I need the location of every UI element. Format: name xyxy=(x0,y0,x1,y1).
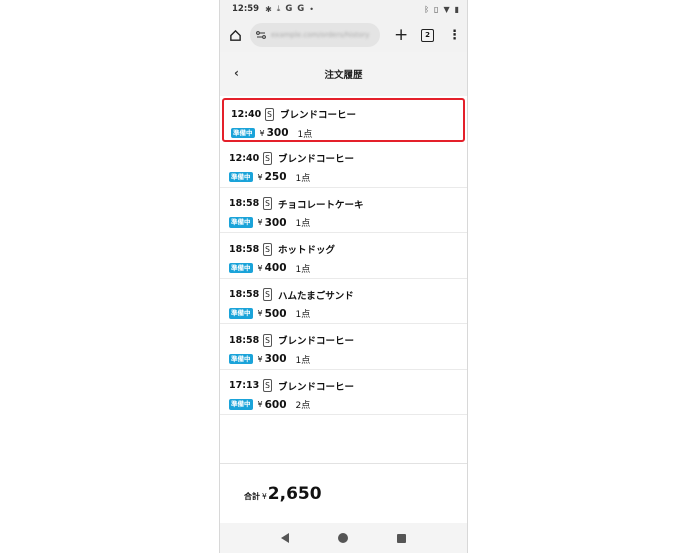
status-time: 12:59 xyxy=(232,4,260,14)
dot-icon: • xyxy=(309,4,314,14)
site-settings-icon xyxy=(256,31,266,39)
size-badge: S xyxy=(263,242,272,256)
nav-recents-icon[interactable] xyxy=(397,533,407,543)
total-label: 合計 xyxy=(244,492,260,501)
new-tab-button[interactable]: + xyxy=(394,26,408,44)
total-value: 2,650 xyxy=(267,484,322,504)
item-price: 300 xyxy=(266,127,289,139)
total-currency: ¥ xyxy=(262,492,267,501)
back-button[interactable]: ‹ xyxy=(234,66,239,80)
home-button[interactable] xyxy=(226,26,244,44)
status-badge: 準備中 xyxy=(231,127,255,139)
nav-home-icon[interactable] xyxy=(337,533,348,543)
order-row[interactable]: 17:13 S ブレンドコーヒー 準備中 ¥ 600 2点 xyxy=(220,370,467,415)
bluetooth-icon: ᛒ xyxy=(424,4,430,14)
item-name: ブレンドコーヒー xyxy=(278,381,355,393)
page-title: 注文履歴 xyxy=(324,70,363,81)
address-bar[interactable]: example.com/orders/history xyxy=(250,23,380,47)
item-quantity: 1点 xyxy=(295,219,311,229)
order-row[interactable]: 12:40 S ブレンドコーヒー 準備中 ¥ 300 1点 xyxy=(222,98,465,142)
item-name: ハムたまごサンド xyxy=(278,290,354,302)
google-icon: G xyxy=(285,4,293,14)
status-badge: 準備中 xyxy=(229,308,253,319)
order-row[interactable]: 18:58 S ハムたまごサンド 準備中 ¥ 500 1点 xyxy=(220,279,467,324)
order-time: 18:58 xyxy=(229,243,260,255)
nav-back-icon[interactable] xyxy=(280,533,289,543)
currency-symbol: ¥ xyxy=(257,400,263,409)
home-icon xyxy=(229,29,241,41)
total-section: 合計 ¥ 2,650 xyxy=(220,463,467,523)
item-price: 500 xyxy=(264,307,287,320)
order-time: 18:58 xyxy=(229,289,260,300)
google-icon: G xyxy=(297,4,305,14)
currency-symbol: ¥ xyxy=(257,354,263,364)
size-badge: S xyxy=(263,197,272,210)
size-badge: S xyxy=(263,379,272,392)
order-time: 17:13 xyxy=(229,380,260,391)
item-quantity: 1点 xyxy=(295,355,311,366)
size-badge: S xyxy=(265,107,274,121)
status-bar: 12:59 ✱ ⤓ G G • ᛒ ▯ ▼ ▮ xyxy=(220,0,467,18)
order-row[interactable]: 12:40 S ブレンドコーヒー 準備中 ¥ 250 1点 xyxy=(220,142,467,188)
item-price: 400 xyxy=(264,262,287,274)
order-time: 12:40 xyxy=(231,108,262,120)
tab-switcher-button[interactable]: 2 xyxy=(421,28,434,42)
item-price: 250 xyxy=(264,171,287,183)
order-time: 12:40 xyxy=(229,152,260,164)
item-price: 600 xyxy=(264,398,287,411)
gear-icon: ✱ xyxy=(265,4,272,14)
android-nav-bar xyxy=(220,523,467,553)
order-row[interactable]: 18:58 S ブレンドコーヒー 準備中 ¥ 300 1点 xyxy=(220,324,467,370)
status-badge: 準備中 xyxy=(229,217,253,228)
currency-symbol: ¥ xyxy=(257,172,263,182)
wifi-icon: ▼ xyxy=(443,4,450,14)
status-badge: 準備中 xyxy=(229,399,253,410)
order-row[interactable]: 18:58 S チョコレートケーキ 準備中 ¥ 300 1点 xyxy=(220,188,467,233)
item-name: ブレンドコーヒー xyxy=(278,154,355,165)
size-badge: S xyxy=(263,288,272,301)
item-quantity: 1点 xyxy=(297,129,313,140)
currency-symbol: ¥ xyxy=(257,309,263,318)
battery-icon: ▮ xyxy=(454,4,459,14)
order-list: 12:40 S ブレンドコーヒー 準備中 ¥ 300 1点 12:40 S ブレ… xyxy=(220,96,467,415)
url-text: example.com/orders/history xyxy=(271,31,370,39)
download-icon: ⤓ xyxy=(276,4,281,13)
status-badge: 準備中 xyxy=(229,353,253,365)
item-price: 300 xyxy=(264,353,287,365)
item-name: チョコレートケーキ xyxy=(278,199,364,211)
item-quantity: 1点 xyxy=(295,264,311,275)
browser-toolbar: example.com/orders/history + 2 ⋮ xyxy=(220,18,467,52)
item-quantity: 1点 xyxy=(295,173,311,184)
order-row[interactable]: 18:58 S ホットドッグ 準備中 ¥ 400 1点 xyxy=(220,233,467,279)
order-time: 18:58 xyxy=(229,334,260,346)
browser-menu-button[interactable]: ⋮ xyxy=(448,29,461,42)
page-header: ‹ 注文履歴 xyxy=(220,52,467,96)
order-time: 18:58 xyxy=(229,198,260,209)
currency-symbol: ¥ xyxy=(257,218,263,227)
item-name: ブレンドコーヒー xyxy=(278,336,355,347)
item-name: ホットドッグ xyxy=(278,245,336,256)
item-price: 300 xyxy=(264,216,287,229)
item-quantity: 1点 xyxy=(295,310,311,320)
status-badge: 準備中 xyxy=(229,262,253,274)
currency-symbol: ¥ xyxy=(259,128,265,138)
item-name: ブレンドコーヒー xyxy=(280,110,357,121)
status-badge: 準備中 xyxy=(229,171,253,183)
size-badge: S xyxy=(263,151,272,165)
item-quantity: 2点 xyxy=(295,401,311,411)
phone-screen: 12:59 ✱ ⤓ G G • ᛒ ▯ ▼ ▮ example.com/orde… xyxy=(219,0,468,553)
currency-symbol: ¥ xyxy=(257,263,263,273)
vibrate-icon: ▯ xyxy=(434,4,439,14)
size-badge: S xyxy=(263,333,272,347)
